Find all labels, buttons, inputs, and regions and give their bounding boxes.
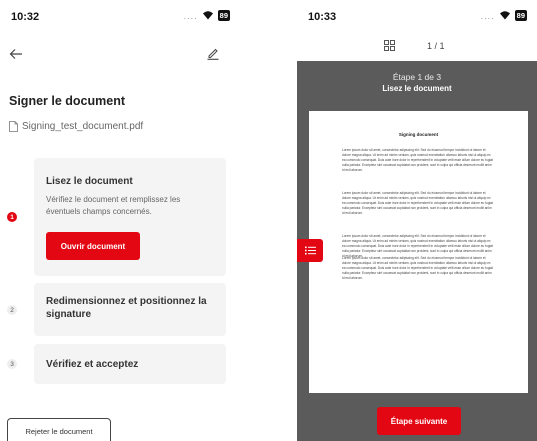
- step-title: Lisez le document: [382, 84, 452, 93]
- file-name: Signing_test_document.pdf: [22, 121, 144, 132]
- list-icon: [304, 246, 316, 255]
- step-card-verify-accept: Vérifiez et acceptez: [34, 344, 226, 384]
- battery-icon: 89: [514, 9, 527, 21]
- step-description: Vérifiez le document et remplissez les é…: [46, 195, 181, 216]
- page-title: Signer le document: [9, 94, 125, 108]
- document-paragraph: Lorem ipsum dolor sit amet, consectetur …: [342, 256, 493, 280]
- status-bar: 10:32 .... 89: [0, 0, 240, 30]
- next-step-button[interactable]: Étape suivante: [377, 407, 461, 435]
- document-page[interactable]: Signing document Lorem ipsum dolor sit a…: [309, 111, 528, 393]
- wifi-icon: [499, 11, 510, 20]
- status-bar: 10:33 .... 89: [297, 0, 537, 30]
- status-time: 10:33: [308, 11, 337, 23]
- battery-icon: 89: [217, 9, 230, 21]
- status-icons: .... 89: [184, 9, 230, 21]
- status-time: 10:32: [11, 11, 40, 23]
- document-icon: [9, 121, 18, 132]
- document-viewer-screen: 10:33 .... 89 1 / 1 Étape 1 de 3 Lisez l…: [297, 0, 537, 441]
- table-of-contents-tab[interactable]: [297, 239, 323, 262]
- page-indicator: 1 / 1: [427, 41, 445, 51]
- document-paragraph: Lorem ipsum dolor sit amet, consectetur …: [342, 191, 493, 215]
- step-number-2: 2: [7, 305, 17, 315]
- viewer-toolbar: 1 / 1: [297, 30, 537, 61]
- document-viewer[interactable]: Étape 1 de 3 Lisez le document Signing d…: [297, 61, 537, 441]
- file-name-row: Signing_test_document.pdf: [9, 121, 143, 132]
- step-title: Lisez le document: [46, 176, 133, 187]
- step-title: Vérifiez et acceptez: [46, 359, 139, 370]
- pen-underline-icon[interactable]: [206, 46, 220, 60]
- document-title: Signing document: [398, 132, 439, 137]
- step-card-read-document: Lisez le document Vérifiez le document e…: [34, 158, 226, 276]
- step-number-1: 1: [7, 212, 17, 222]
- grid-icon[interactable]: [384, 40, 395, 51]
- document-paragraph: Lorem ipsum dolor sit amet, consectetur …: [342, 234, 493, 258]
- open-document-button[interactable]: Ouvrir document: [46, 232, 140, 260]
- signal-dots-icon: ....: [480, 11, 495, 21]
- status-icons: .... 89: [481, 9, 527, 21]
- signal-dots-icon: ....: [183, 11, 198, 21]
- step-number-3: 3: [7, 359, 17, 369]
- signing-steps-screen: 10:32 .... 89 Signer le document Signing…: [0, 0, 240, 441]
- step-progress: Étape 1 de 3: [392, 72, 442, 82]
- reject-document-button[interactable]: Rejeter le document: [7, 418, 111, 441]
- wifi-icon: [202, 11, 213, 20]
- step-title: Redimensionnez et positionnez la signatu…: [46, 296, 207, 320]
- step-card-position-signature: Redimensionnez et positionnez la signatu…: [34, 283, 226, 336]
- document-paragraph: Lorem ipsum dolor sit amet, consectetur …: [342, 148, 493, 172]
- arrow-left-icon[interactable]: [9, 48, 23, 60]
